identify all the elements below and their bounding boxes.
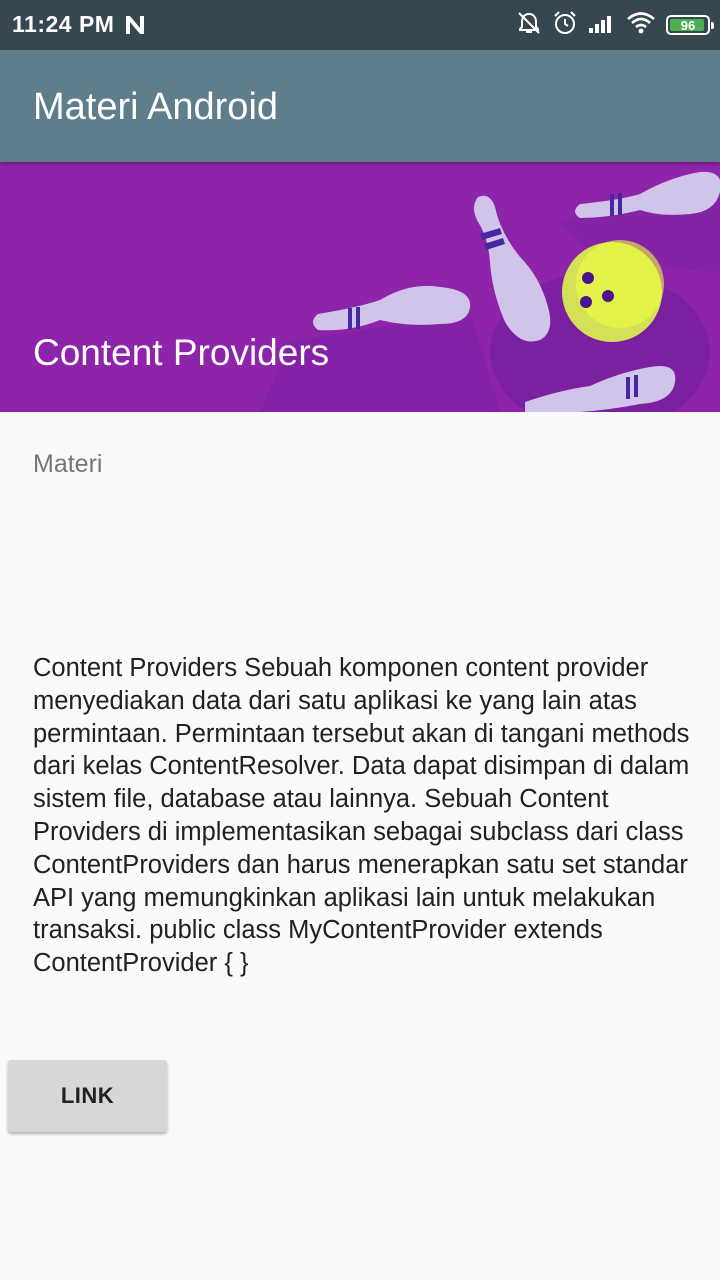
alarm-off-icon	[516, 10, 542, 41]
status-time: 11:24 PM	[12, 11, 115, 37]
content-text: Content Providers Sebuah komponen conten…	[33, 654, 690, 978]
bowling-illustration	[260, 171, 720, 412]
bowling-pin-center	[474, 195, 551, 342]
wifi-icon	[626, 11, 656, 40]
battery-tip	[711, 22, 714, 29]
section-label: Materi	[33, 450, 103, 478]
app-title: Materi Android	[33, 86, 279, 128]
header-banner: Content Providers	[0, 162, 720, 412]
link-button[interactable]: LINK	[8, 1060, 167, 1132]
battery-level: 96	[680, 17, 696, 33]
app-bar: Materi Android	[0, 50, 720, 162]
status-bar: 11:24 PM 96	[0, 0, 720, 50]
battery-icon: 96	[666, 15, 714, 35]
alarm-icon	[552, 10, 578, 41]
bowling-pin-top-right	[575, 171, 720, 218]
banner-title: Content Providers	[33, 332, 330, 373]
n-icon	[122, 12, 148, 38]
bowling-pin-left	[313, 285, 471, 331]
signal-icon	[588, 12, 616, 39]
status-icons: 96	[516, 10, 714, 41]
